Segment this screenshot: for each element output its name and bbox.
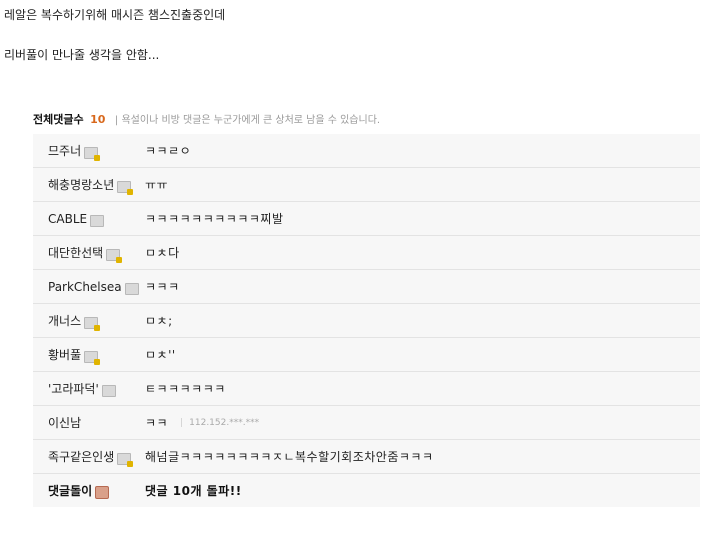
member-level-icon	[90, 214, 105, 227]
comment-row: 황버풀 ㅁㅊ''	[33, 338, 700, 372]
comment-text: ㅁㅊ다	[145, 246, 180, 260]
member-level-icon	[84, 146, 101, 161]
comment-text: ㅋㅋㅋ	[145, 280, 180, 294]
comment-text: ㅋㅋㄹㅇ	[145, 144, 192, 158]
comment-nickname[interactable]: 족구같은인생	[48, 448, 114, 465]
member-level-icon	[106, 248, 123, 263]
comment-count: 10	[90, 113, 106, 126]
comment-section: 전체댓글수 10 | 욕설이나 비방 댓글은 누군가에게 큰 상처로 남을 수 …	[33, 110, 700, 507]
comment-ip: | 112.152.***.***	[180, 417, 260, 428]
comment-nickname[interactable]: 해충명랑소년	[48, 176, 114, 193]
comment-row: 므주너 ㅋㅋㄹㅇ	[33, 134, 700, 168]
comment-notice: | 욕설이나 비방 댓글은 누군가에게 큰 상처로 남을 수 있습니다.	[114, 115, 381, 126]
comment-text: ㅋㅋㅋㅋㅋㅋㅋㅋㅋㅋ찌발	[145, 212, 284, 226]
comment-text: ㅁㅊ''	[145, 348, 176, 362]
member-level-icon	[117, 452, 134, 467]
comment-row: CABLE ㅋㅋㅋㅋㅋㅋㅋㅋㅋㅋ찌발	[33, 202, 700, 236]
comment-row: 족구같은인생 해넘글ㅋㅋㅋㅋㅋㅋㅋㅋㅈㄴ복수할기회조차안줌ㅋㅋㅋ	[33, 440, 700, 474]
comment-row: 해충명랑소년 ㅠㅠ	[33, 168, 700, 202]
member-level-icon	[101, 384, 116, 397]
comment-text: ㅋㅋ	[145, 416, 169, 430]
comment-list: 므주너 ㅋㅋㄹㅇ 해충명랑소년 ㅠㅠ CABLE ㅋㅋㅋㅋㅋㅋㅋㅋㅋㅋ찌발 대단…	[33, 134, 700, 507]
comment-text: 댓글 10개 돌파!!	[145, 484, 242, 498]
comment-row: '고라파덕' ㅌㅋㅋㅋㅋㅋㅋ	[33, 372, 700, 406]
comment-row-bot: 댓글돌이 댓글 10개 돌파!!	[33, 474, 700, 507]
post-text-line-2: 리버풀이 만나줄 생각을 안함...	[4, 48, 160, 62]
comment-nickname: 댓글돌이	[48, 484, 93, 498]
member-level-icon	[84, 350, 101, 365]
comment-nickname[interactable]: 개너스	[48, 312, 81, 329]
comment-nickname[interactable]: 대단한선택	[48, 244, 103, 261]
post-text-line-1: 레알은 복수하기위해 매시즌 챔스진출중인데	[4, 8, 226, 22]
comment-text: ㅠㅠ	[145, 178, 169, 192]
comment-row: 이신남 ㅋㅋ | 112.152.***.***	[33, 406, 700, 440]
comment-header: 전체댓글수 10 | 욕설이나 비방 댓글은 누군가에게 큰 상처로 남을 수 …	[33, 110, 700, 130]
member-level-icon	[84, 316, 101, 331]
comment-text: ㅁㅊ;	[145, 314, 173, 328]
comment-row: 개너스 ㅁㅊ;	[33, 304, 700, 338]
comment-row: ParkChelsea ㅋㅋㅋ	[33, 270, 700, 304]
comment-nickname[interactable]: 므주너	[48, 142, 81, 159]
comment-text: 해넘글ㅋㅋㅋㅋㅋㅋㅋㅋㅈㄴ복수할기회조차안줌ㅋㅋㅋ	[145, 450, 434, 464]
comment-count-title: 전체댓글수	[33, 113, 84, 126]
member-level-icon	[124, 282, 139, 295]
comment-nickname[interactable]: 이신남	[48, 414, 81, 431]
comment-row: 대단한선택 ㅁㅊ다	[33, 236, 700, 270]
comment-ip-address: 112.152.***.***	[189, 417, 260, 428]
bot-face-icon	[95, 486, 110, 499]
comment-nickname[interactable]: '고라파덕'	[48, 380, 99, 397]
comment-nickname[interactable]: 황버풀	[48, 346, 81, 363]
comment-text: ㅌㅋㅋㅋㅋㅋㅋ	[145, 382, 226, 396]
comment-nickname[interactable]: ParkChelsea	[48, 280, 122, 294]
member-level-icon	[117, 180, 134, 195]
comment-nickname[interactable]: CABLE	[48, 212, 87, 226]
